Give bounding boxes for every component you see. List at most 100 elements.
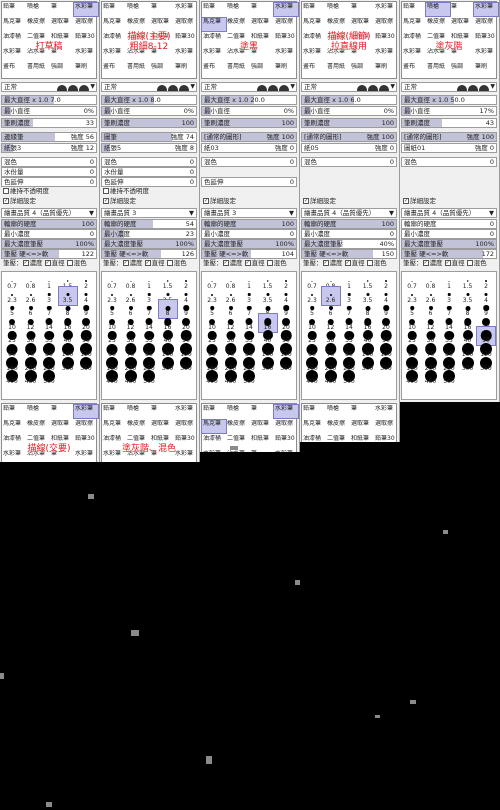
tool-cell[interactable]: 橡皮擦 (226, 18, 250, 31)
tool-cell[interactable]: 水彩筆 (273, 404, 299, 419)
edge-slider[interactable]: 輪廓的硬度 54 (101, 219, 197, 229)
tool-cell[interactable]: 橡皮擦 (26, 18, 50, 31)
brush-size-cell[interactable]: 450 (322, 368, 340, 386)
tool-cell[interactable]: 鉛筆 (2, 405, 26, 418)
tool-cell[interactable]: 鉛筆 (102, 405, 126, 418)
hard-soft-slider[interactable]: 筆壓 硬<=>軟 104 (201, 249, 297, 259)
shape-icon[interactable] (157, 85, 167, 91)
edge-slider[interactable]: 輪廓的硬度 0 (401, 219, 497, 229)
tool-cell[interactable]: 水彩筆 (174, 405, 198, 418)
brush-size-cell[interactable]: 350 (277, 355, 295, 373)
min-density-slider[interactable]: 最小濃度 23 (101, 229, 197, 239)
min-size-slider[interactable]: 最小直徑 0% (1, 106, 97, 116)
tool-cell[interactable]: 馬克筆 (302, 420, 326, 433)
quality-select[interactable]: 繪畫品質 3 ▼ (101, 208, 197, 218)
tool-cell[interactable]: 筆 (250, 450, 274, 452)
tool-cell[interactable]: 馬克筆 (2, 18, 26, 31)
shape-icon[interactable] (368, 85, 378, 91)
shape-icon[interactable] (479, 85, 489, 91)
tool-cell[interactable]: 筆 (450, 3, 474, 16)
brush-size-cell[interactable]: 450 (122, 368, 140, 386)
max-size-slider[interactable]: 最大直徑 x 1.0 50.0 (401, 95, 497, 105)
tool-cell[interactable]: 鉛筆 (302, 3, 326, 16)
tool-cell[interactable]: 選取擦 (374, 18, 398, 31)
density-slider[interactable]: 筆刷濃度 33 (1, 118, 97, 128)
tool-cell[interactable]: 水彩筆 (374, 405, 398, 418)
tool-cell[interactable]: 書用紙 (126, 63, 150, 76)
max-pressure-slider[interactable]: 最大濃度筆壓 100% (1, 239, 97, 249)
tool-cell[interactable]: 噴槍 (126, 405, 150, 418)
brush-size-cell[interactable]: 450 (422, 368, 440, 386)
tool-cell[interactable]: 強調 (150, 63, 174, 76)
hard-soft-slider[interactable]: 筆壓 硬<=>軟 126 (101, 249, 197, 259)
tool-cell[interactable]: 二值筆 (326, 435, 350, 442)
tool-cell[interactable]: 鉛筆 (102, 3, 126, 16)
tool-cell[interactable]: 水彩筆 (174, 3, 198, 16)
tool-cell[interactable]: 橡皮擦 (226, 420, 250, 433)
edge-slider[interactable]: 輪廓的硬度 100 (1, 219, 97, 229)
tool-cell[interactable]: 畫布 (102, 63, 126, 76)
tool-cell[interactable]: 橡皮擦 (126, 18, 150, 31)
tool-cell[interactable]: 筆刷 (274, 63, 298, 76)
max-size-slider[interactable]: 最大直徑 x 1.0 6.0 (301, 95, 397, 105)
tool-cell[interactable]: 筆 (250, 3, 274, 16)
tool-cell[interactable]: 選取擦 (74, 18, 98, 31)
tool-cell[interactable]: 和紙筆 (250, 435, 274, 448)
tool-cell[interactable]: 選取擦 (374, 420, 398, 433)
tool-cell[interactable]: 選取筆 (250, 18, 274, 31)
tool-cell[interactable]: 筆刷 (374, 63, 398, 76)
brush-size-cell[interactable]: 500 (40, 368, 58, 386)
detail-settings-checkbox[interactable]: ✓ 詳細設定 (201, 197, 297, 207)
pressure-checkboxes[interactable]: 筆壓：✓ 濃度 ✓ 直徑 混色 (201, 259, 297, 269)
tool-cell[interactable]: 筆刷 (74, 63, 98, 76)
tool-cell[interactable]: 選取擦 (474, 18, 498, 31)
tool-cell[interactable]: 選取擦 (174, 18, 198, 31)
tool-cell[interactable]: 水彩筆 (274, 450, 298, 452)
tool-cell[interactable]: 油漆桶 (302, 435, 326, 442)
density-slider[interactable]: 筆刷濃度 100 (201, 118, 297, 128)
tool-cell[interactable]: 噴槍 (26, 405, 50, 418)
tool-cell[interactable]: 筆 (350, 3, 374, 16)
min-density-slider[interactable]: 最小濃度 0 (301, 229, 397, 239)
shape-icon[interactable] (179, 85, 189, 91)
brush-shape-select[interactable]: [通常的圖形] 強度 100 (201, 132, 297, 142)
min-density-slider[interactable]: 最小濃度 0 (1, 229, 97, 239)
tool-cell[interactable]: 書用紙 (26, 63, 50, 76)
tool-cell[interactable]: 橡皮擦 (426, 18, 450, 31)
brush-size-cell[interactable]: 300 (359, 355, 377, 373)
brush-size-cell[interactable]: 400 (303, 368, 321, 386)
tool-cell[interactable]: 選取擦 (74, 420, 98, 433)
persist-slider[interactable]: 色延伸 0 (1, 177, 97, 187)
persist-slider[interactable]: 色延伸 0 (101, 177, 197, 187)
edge-slider[interactable]: 輪廓的硬度 100 (201, 219, 297, 229)
brush-shape-select[interactable]: [通常的圖形] 強度 100 (401, 132, 497, 142)
tool-cell[interactable]: 馬克筆 (2, 420, 26, 433)
blend-slider[interactable]: 混色 0 (301, 157, 397, 167)
tool-cell[interactable]: 選取筆 (250, 420, 274, 433)
dilution-slider[interactable]: 水份量 0 (1, 167, 97, 177)
tool-cell[interactable]: 書用紙 (226, 63, 250, 76)
tool-cell[interactable]: 水彩筆 (202, 450, 226, 452)
tool-cell[interactable]: 噴槍 (126, 3, 150, 16)
tool-cell[interactable]: 馬克筆 (201, 419, 227, 434)
tool-cell[interactable]: 選取筆 (50, 18, 74, 31)
pressure-checkboxes[interactable]: 筆壓：✓ 濃度 ✓ 直徑 混色 (301, 259, 397, 269)
tool-cell[interactable]: 水彩筆 (273, 2, 299, 17)
brush-size-cell[interactable]: 350 (77, 355, 95, 373)
tool-cell[interactable]: 橡皮擦 (126, 420, 150, 433)
brush-size-cell[interactable]: 400 (203, 368, 221, 386)
tool-cell[interactable]: 鉛筆 (202, 3, 226, 16)
quality-select[interactable]: 繪畫品質 3 ▼ (201, 208, 297, 218)
keep-opacity-checkbox[interactable]: 維持不透明度 (101, 187, 197, 197)
brush-size-cell[interactable]: 300 (159, 355, 177, 373)
shape-icon[interactable] (57, 85, 67, 91)
tool-cell[interactable]: 鉛筆30 (374, 435, 398, 442)
brush-shape-select[interactable]: [通常的圖形] 強度 100 (301, 132, 397, 142)
brush-size-cell[interactable]: 500 (440, 368, 458, 386)
texture-select[interactable]: 圖紙01 強度 0 (401, 143, 497, 153)
max-pressure-slider[interactable]: 最大濃度筆壓 100% (101, 239, 197, 249)
tool-cell[interactable]: 畫布 (402, 63, 426, 76)
tool-cell[interactable]: 鉛筆 (402, 3, 426, 16)
quality-select[interactable]: 繪畫品質 4（品質優先） ▼ (1, 208, 97, 218)
tool-cell[interactable]: 選取擦 (274, 420, 298, 433)
